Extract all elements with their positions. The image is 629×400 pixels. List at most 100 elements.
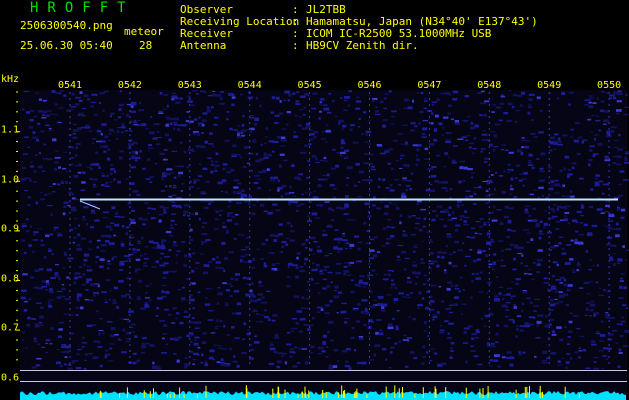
noise-speck — [184, 254, 187, 258]
noise-speck — [483, 223, 487, 226]
noise-speck — [456, 200, 462, 203]
noise-speck — [55, 150, 58, 152]
noise-speck — [292, 92, 296, 95]
noise-speck — [268, 362, 274, 365]
noise-speck — [109, 343, 115, 345]
noise-speck — [304, 93, 309, 96]
noise-speck — [118, 279, 124, 283]
noise-speck — [145, 285, 149, 287]
noise-speck — [269, 189, 272, 191]
noise-speck — [21, 339, 25, 341]
noise-speck — [341, 239, 348, 242]
noise-speck — [22, 108, 25, 111]
noise-speck — [97, 284, 100, 288]
noise-speck — [303, 106, 307, 109]
noise-speck — [192, 132, 196, 136]
noise-speck — [388, 90, 392, 93]
noise-speck — [132, 141, 138, 145]
noise-speck — [498, 292, 502, 295]
noise-speck — [170, 227, 174, 229]
noise-speck — [296, 362, 301, 364]
noise-speck — [253, 295, 256, 298]
noise-speck — [237, 234, 244, 236]
noise-speck — [336, 263, 342, 265]
noise-speck — [36, 138, 40, 142]
noise-speck — [271, 96, 276, 100]
noise-speck — [363, 111, 367, 114]
noise-speck — [595, 119, 601, 122]
noise-speck — [407, 106, 413, 110]
noise-speck — [113, 119, 119, 121]
noise-speck — [286, 285, 291, 288]
noise-speck — [607, 226, 612, 230]
noise-speck — [465, 139, 469, 142]
noise-speck — [561, 358, 564, 359]
noise-speck — [24, 136, 29, 138]
noise-speck — [49, 113, 54, 115]
noise-speck — [523, 229, 529, 231]
noise-speck — [605, 312, 609, 316]
noise-speck — [391, 110, 397, 113]
noise-speck — [372, 204, 376, 207]
noise-speck — [253, 122, 257, 126]
noise-speck — [413, 250, 416, 253]
noise-speck — [45, 114, 50, 117]
noise-speck — [127, 202, 132, 205]
noise-speck — [283, 99, 286, 101]
noise-speck — [216, 361, 221, 364]
noise-speck — [105, 174, 110, 178]
noise-speck — [542, 350, 547, 354]
noise-speck — [459, 218, 463, 221]
noise-speck — [576, 328, 581, 330]
noise-speck — [494, 123, 501, 126]
noise-speck — [490, 342, 495, 345]
noise-speck — [372, 97, 378, 100]
noise-speck — [394, 287, 398, 290]
noise-speck — [58, 277, 61, 280]
noise-speck — [540, 152, 546, 156]
noise-speck — [260, 203, 265, 207]
noise-speck — [341, 302, 347, 305]
noise-speck — [352, 200, 357, 202]
noise-speck — [390, 346, 395, 349]
noise-speck — [59, 93, 62, 95]
noise-speck — [561, 91, 565, 93]
noise-speck — [99, 145, 105, 148]
noise-speck — [427, 161, 431, 163]
noise-speck — [439, 325, 443, 327]
noise-speck — [429, 142, 435, 146]
noise-speck — [171, 150, 178, 152]
noise-speck — [552, 261, 558, 264]
noise-speck — [231, 216, 236, 218]
noise-speck — [122, 113, 125, 115]
noise-speck — [483, 113, 487, 117]
noise-speck — [98, 329, 104, 332]
time-tick-label: 0542 — [117, 80, 142, 91]
noise-speck — [249, 298, 253, 300]
noise-speck — [593, 312, 600, 315]
noise-speck — [543, 281, 550, 284]
noise-speck — [58, 107, 64, 109]
noise-speck — [289, 348, 294, 351]
noise-speck — [145, 342, 150, 345]
noise-speck — [589, 315, 593, 317]
noise-speck — [88, 240, 92, 243]
noise-speck — [353, 184, 358, 187]
noise-speck — [420, 262, 426, 264]
noise-speck — [526, 241, 531, 244]
noise-speck — [504, 205, 509, 209]
noise-speck — [424, 100, 428, 102]
noise-speck — [214, 228, 219, 230]
noise-speck — [290, 230, 295, 233]
noise-speck — [511, 169, 514, 172]
noise-speck — [509, 90, 512, 92]
noise-speck — [495, 171, 498, 174]
noise-speck — [441, 187, 447, 189]
noise-speck — [275, 209, 281, 212]
noise-speck — [462, 180, 466, 182]
noise-speck — [222, 282, 227, 285]
noise-speck — [232, 144, 237, 148]
noise-speck — [56, 296, 61, 299]
noise-speck — [404, 365, 409, 368]
noise-speck — [230, 277, 234, 281]
